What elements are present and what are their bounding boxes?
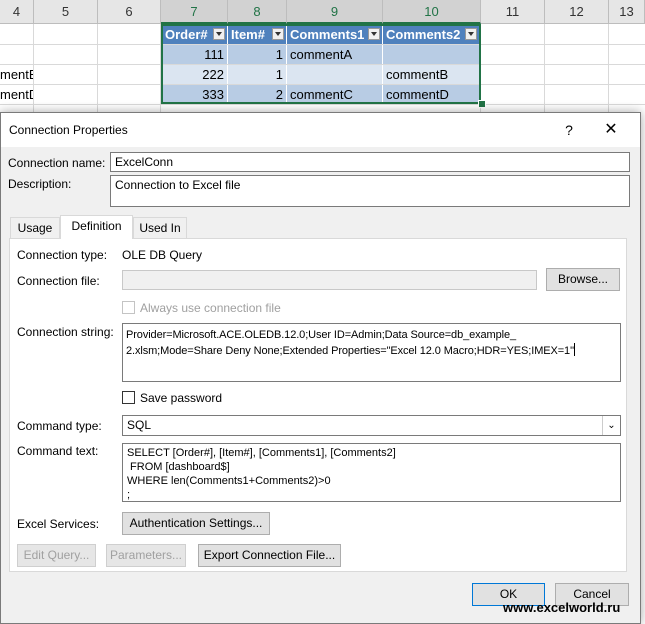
connection-name-label: Connection name: [8,156,106,170]
cell[interactable]: mentD [0,85,33,104]
table-cell[interactable]: commentD [383,85,480,104]
table-header-comments2[interactable]: Comments2 [383,25,480,44]
table-header-comments1[interactable]: Comments1 [287,25,383,44]
cell[interactable] [0,45,33,64]
command-type-select[interactable]: SQL ⌄ [122,415,621,436]
help-icon[interactable]: ? [557,119,581,141]
column-header[interactable]: 7 [161,0,228,24]
table-header-order[interactable]: Order# [162,25,228,44]
definition-panel: Connection type: OLE DB Query Connection… [9,238,627,572]
parameters-button[interactable]: Parameters... [106,544,186,567]
close-icon[interactable]: ✕ [598,119,624,141]
column-header[interactable]: 8 [228,0,287,24]
table-cell[interactable]: commentA [287,45,383,64]
excel-services-label: Excel Services: [17,517,100,531]
header-text: Comments2 [386,27,461,42]
table-cell[interactable] [287,65,383,84]
table-cell[interactable]: 1 [228,45,287,64]
column-header[interactable]: 12 [545,0,609,24]
column-header[interactable]: 6 [98,0,161,24]
connection-type-value: OLE DB Query [122,248,203,262]
connection-name-input[interactable]: ExcelConn [110,152,630,172]
always-use-file-label: Always use connection file [140,301,281,315]
connection-string-label: Connection string: [17,325,114,339]
connection-string-line: Provider=Microsoft.ACE.OLEDB.12.0;User I… [126,329,517,341]
filter-dropdown-icon[interactable] [465,28,477,40]
authentication-settings-button[interactable]: Authentication Settings... [122,512,270,535]
save-password-checkbox[interactable] [122,391,135,404]
watermark: www.excelworld.ru [503,600,621,615]
description-label: Description: [8,177,72,191]
connection-file-input[interactable] [122,270,537,290]
header-text: Comments1 [290,27,365,42]
tab-definition[interactable]: Definition [60,215,133,239]
connection-properties-dialog: Connection Properties ? ✕ Connection nam… [0,112,641,624]
table-cell[interactable] [383,45,480,64]
always-use-file-checkbox[interactable] [122,301,135,314]
table-cell[interactable]: 222 [162,65,228,84]
header-text: Order# [165,27,208,42]
column-header[interactable]: 5 [34,0,98,24]
save-password-label: Save password [140,391,223,405]
chevron-down-icon[interactable]: ⌄ [602,416,620,435]
table-cell[interactable]: 2 [228,85,287,104]
table-header-item[interactable]: Item# [228,25,287,44]
browse-button[interactable]: Browse... [546,268,620,291]
filter-dropdown-icon[interactable] [213,28,225,40]
column-header[interactable]: 9 [287,0,383,24]
command-type-value: SQL [127,418,152,432]
command-type-label: Command type: [17,419,102,433]
gridline [0,104,645,105]
tab-usage[interactable]: Usage [10,217,60,238]
table-cell[interactable]: 111 [162,45,228,64]
header-text: Item# [231,27,265,42]
command-text-input[interactable]: SELECT [Order#], [Item#], [Comments1], [… [122,443,621,502]
description-input[interactable]: Connection to Excel file [110,175,630,207]
dialog-titlebar[interactable]: Connection Properties ? ✕ [1,113,640,147]
column-header[interactable]: 11 [481,0,545,24]
connection-string-input[interactable]: Provider=Microsoft.ACE.OLEDB.12.0;User I… [122,323,621,382]
fill-handle[interactable] [478,100,486,108]
dialog-title: Connection Properties [9,123,128,137]
connection-file-label: Connection file: [17,274,100,288]
table-cell[interactable]: commentB [383,65,480,84]
tab-used-in[interactable]: Used In [133,217,187,238]
connection-string-line-wrap: 2.xlsm;Mode=Share Deny None;Extended Pro… [126,343,617,359]
column-header[interactable]: 10 [383,0,481,24]
column-header[interactable]: 13 [609,0,645,24]
text-caret [573,343,575,356]
export-connection-file-button[interactable]: Export Connection File... [198,544,341,567]
connection-string-line: 2.xlsm;Mode=Share Deny None;Extended Pro… [126,345,574,357]
table-cell[interactable]: 333 [162,85,228,104]
edit-query-button[interactable]: Edit Query... [17,544,96,567]
cell[interactable]: mentB [0,65,33,84]
filter-dropdown-icon[interactable] [272,28,284,40]
table-cell[interactable]: commentC [287,85,383,104]
table-cell[interactable]: 1 [228,65,287,84]
filter-dropdown-icon[interactable] [368,28,380,40]
column-header[interactable]: 4 [0,0,34,24]
connection-type-label: Connection type: [17,248,108,262]
command-text-label: Command text: [17,444,99,458]
